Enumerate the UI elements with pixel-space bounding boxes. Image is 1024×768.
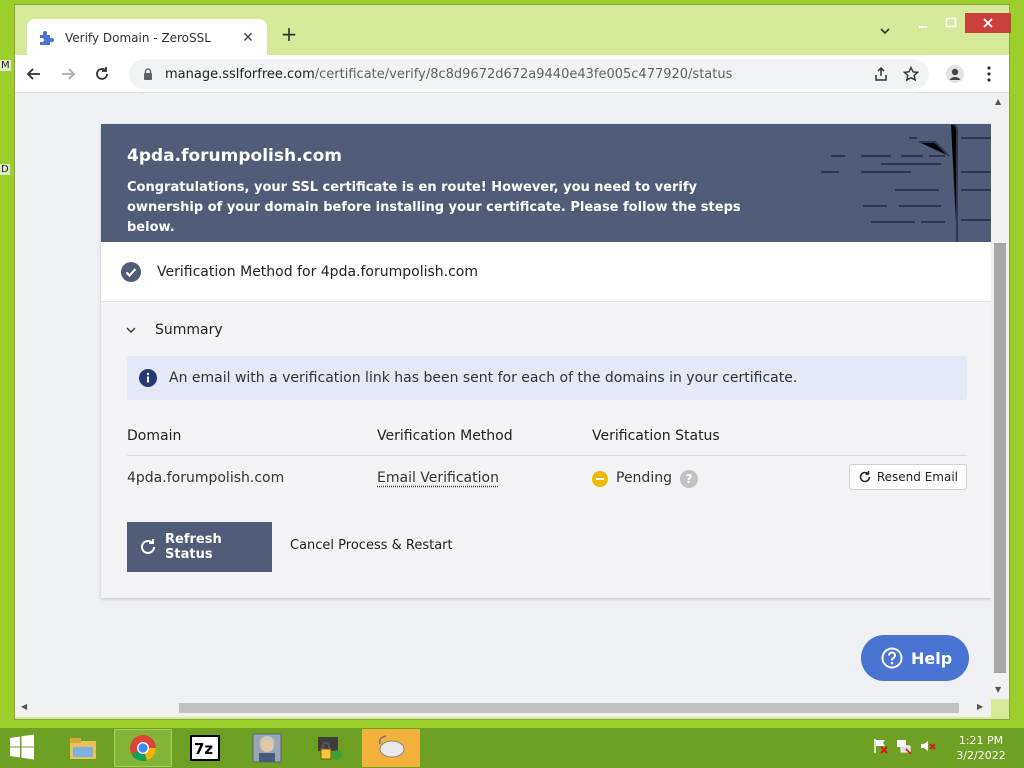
column-header-domain: Domain [127, 428, 182, 444]
maximize-button[interactable] [937, 13, 965, 33]
scroll-right-arrow-icon[interactable]: ▶ [977, 702, 983, 711]
help-button[interactable]: Help [861, 635, 969, 681]
url-host: manage.sslforfree.com [165, 66, 315, 82]
vertical-scroll-thumb[interactable] [994, 243, 1006, 673]
vertical-scrollbar[interactable]: ▲ ▼ [991, 93, 1009, 699]
horizontal-scrollbar[interactable]: ◀ ▶ [15, 699, 991, 717]
url-text: manage.sslforfree.com/certificate/verify… [165, 67, 732, 82]
taskbar-mouse-app-icon[interactable] [362, 729, 420, 767]
taskbar-chrome-icon[interactable] [114, 729, 172, 767]
scroll-down-arrow-icon[interactable]: ▼ [995, 685, 1001, 694]
verification-card: 4pda.forumpolish.com Congratulations, yo… [101, 124, 991, 598]
chevron-down-icon [125, 324, 137, 336]
verification-method-label: Verification Method for 4pda.forumpolish… [157, 263, 478, 280]
address-bar[interactable]: manage.sslforfree.com/certificate/verify… [129, 59, 929, 89]
table-row: 4pda.forumpolish.com Email Verification … [127, 458, 967, 498]
profile-avatar-icon[interactable] [945, 64, 965, 84]
taskbar-file-explorer-icon[interactable] [54, 729, 112, 767]
notice-text: An email with a verification link has be… [169, 370, 798, 386]
share-icon[interactable] [871, 64, 891, 84]
puzzle-icon [37, 29, 55, 47]
clock-time: 1:21 PM [958, 734, 1004, 747]
table-header: Domain Verification Method Verification … [127, 424, 967, 456]
scroll-up-arrow-icon[interactable]: ▲ [995, 97, 1001, 106]
browser-toolbar: manage.sslforfree.com/certificate/verify… [15, 55, 1009, 93]
taskbar-clock[interactable]: 1:21 PM 3/2/2022 [948, 733, 1014, 763]
tab-title: Verify Domain - ZeroSSL [65, 31, 211, 45]
resend-email-label: Resend Email [876, 470, 958, 484]
back-arrow-icon[interactable] [19, 59, 49, 89]
resend-email-button[interactable]: Resend Email [848, 464, 967, 490]
tab-verify-domain[interactable]: Verify Domain - ZeroSSL ✕ [27, 19, 267, 57]
refresh-status-button[interactable]: Refresh Status [127, 522, 272, 572]
email-verification-link[interactable]: Email Verification [377, 470, 499, 486]
desktop-icon-label: D [0, 164, 10, 175]
system-tray [872, 738, 936, 754]
kebab-menu-icon[interactable] [979, 64, 999, 84]
check-circle-icon [121, 261, 141, 282]
reload-icon[interactable] [87, 59, 117, 89]
status-text: Pending [616, 470, 672, 486]
question-circle-icon [881, 647, 903, 669]
refresh-status-label: Refresh Status [165, 532, 222, 562]
pending-status-icon [592, 471, 608, 487]
taskbar: 7z 1:21 PM 3/2/2022 [0, 728, 1024, 768]
bookmark-star-icon[interactable] [901, 64, 921, 84]
close-window-button[interactable] [965, 13, 1011, 33]
network-icon[interactable] [896, 738, 912, 754]
summary-toggle[interactable]: Summary [125, 322, 223, 338]
info-icon [139, 369, 157, 387]
tab-strip: Verify Domain - ZeroSSL ✕ + [15, 5, 1011, 57]
decorative-lines-icon [821, 124, 991, 242]
hero-banner: 4pda.forumpolish.com Congratulations, yo… [101, 124, 991, 242]
taskbar-7zip-icon[interactable]: 7z [176, 729, 234, 767]
forward-arrow-icon[interactable] [53, 59, 83, 89]
page-top-strip [15, 93, 991, 99]
desktop-icon-label: M [0, 60, 11, 71]
tab-search-chevron-icon[interactable] [875, 25, 895, 45]
new-tab-button[interactable]: + [277, 23, 301, 47]
taskbar-network-lock-icon[interactable] [300, 729, 358, 767]
refresh-icon [858, 470, 872, 484]
lock-icon[interactable] [141, 67, 155, 81]
refresh-icon [139, 538, 157, 556]
column-header-method: Verification Method [377, 428, 513, 444]
flag-alert-icon[interactable] [872, 738, 888, 754]
help-label: Help [911, 648, 953, 668]
horizontal-scroll-thumb[interactable] [179, 703, 959, 713]
column-header-status: Verification Status [592, 428, 720, 444]
volume-muted-icon[interactable] [920, 738, 936, 754]
help-question-icon[interactable]: ? [680, 470, 698, 488]
domain-cell: 4pda.forumpolish.com [127, 470, 285, 486]
browser-window: Verify Domain - ZeroSSL ✕ + manage.sslfo… [14, 4, 1011, 720]
page-viewport: 4pda.forumpolish.com Congratulations, yo… [15, 93, 991, 699]
window-controls [909, 13, 1011, 35]
url-path: /certificate/verify/8c8d9672d672a9440e43… [314, 66, 733, 82]
info-notice: An email with a verification link has be… [127, 356, 967, 400]
minimize-button[interactable] [909, 13, 937, 33]
start-button[interactable] [8, 734, 40, 762]
tab-close-icon[interactable]: ✕ [239, 30, 257, 46]
taskbar-portrait-app-icon[interactable] [238, 729, 296, 767]
clock-date: 3/2/2022 [956, 749, 1006, 762]
verification-method-row: Verification Method for 4pda.forumpolish… [101, 242, 991, 302]
scroll-left-arrow-icon[interactable]: ◀ [21, 702, 27, 711]
svg-text:7z: 7z [194, 740, 213, 758]
summary-label: Summary [155, 322, 223, 338]
hero-message: Congratulations, your SSL certificate is… [127, 180, 741, 235]
cancel-process-link[interactable]: Cancel Process & Restart [290, 538, 453, 553]
domain-title: 4pda.forumpolish.com [127, 146, 343, 166]
